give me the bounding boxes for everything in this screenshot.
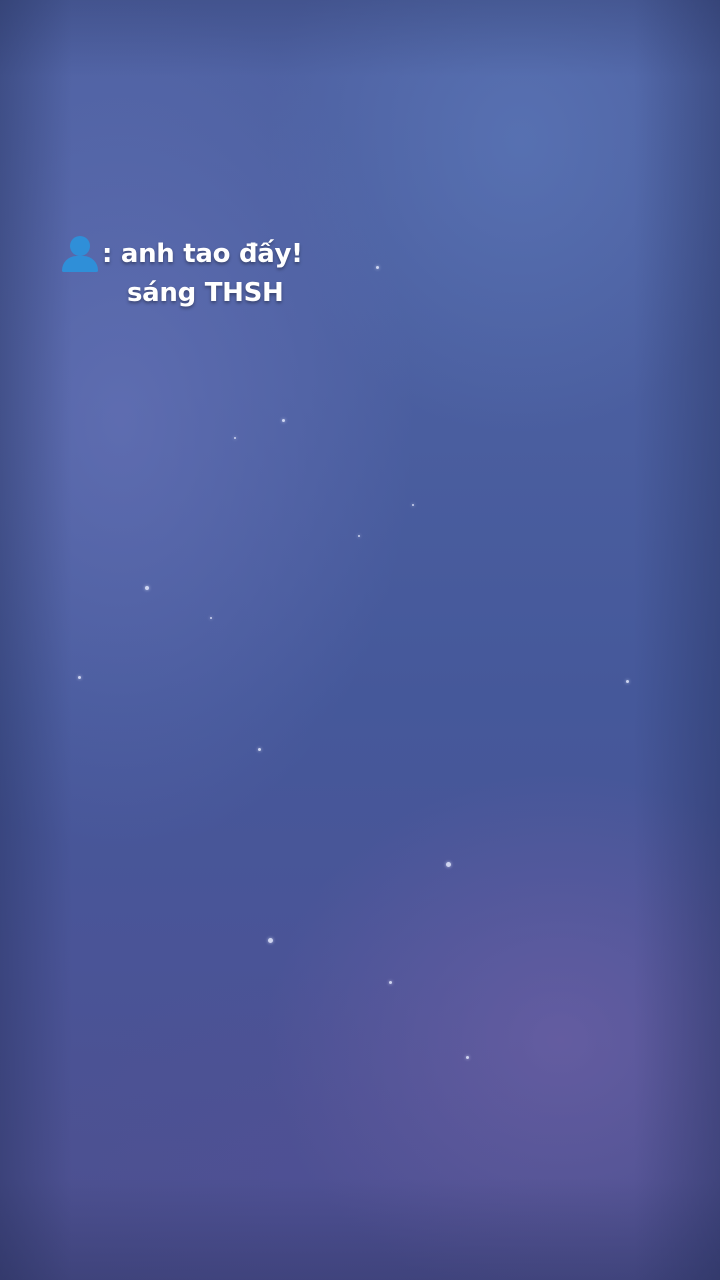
- caption-overlay: : anh tao đấy! sáng THSH: [60, 234, 303, 312]
- caption-text-1: : anh tao đấy!: [102, 239, 303, 269]
- caption-line-1: : anh tao đấy!: [60, 234, 303, 274]
- person-silhouette-icon: [60, 234, 100, 274]
- dust-particle: [234, 437, 236, 439]
- dust-particle: [258, 748, 261, 751]
- caption-text-2: sáng THSH: [127, 278, 284, 308]
- dust-particle: [412, 504, 414, 506]
- dust-particle: [626, 680, 629, 683]
- vignette-overlay: [0, 0, 720, 1280]
- dust-particle: [210, 617, 212, 619]
- dust-particle: [389, 981, 392, 984]
- dust-particle: [446, 862, 451, 867]
- dust-particle: [145, 586, 149, 590]
- caption-line-2: sáng THSH: [60, 274, 303, 312]
- dust-particle: [466, 1056, 469, 1059]
- dust-particle: [268, 938, 273, 943]
- dust-particle: [358, 535, 360, 537]
- video-frame: : anh tao đấy! sáng THSH: [0, 0, 720, 1280]
- dust-particle: [376, 266, 379, 269]
- dust-particle: [78, 676, 81, 679]
- dust-particle: [282, 419, 285, 422]
